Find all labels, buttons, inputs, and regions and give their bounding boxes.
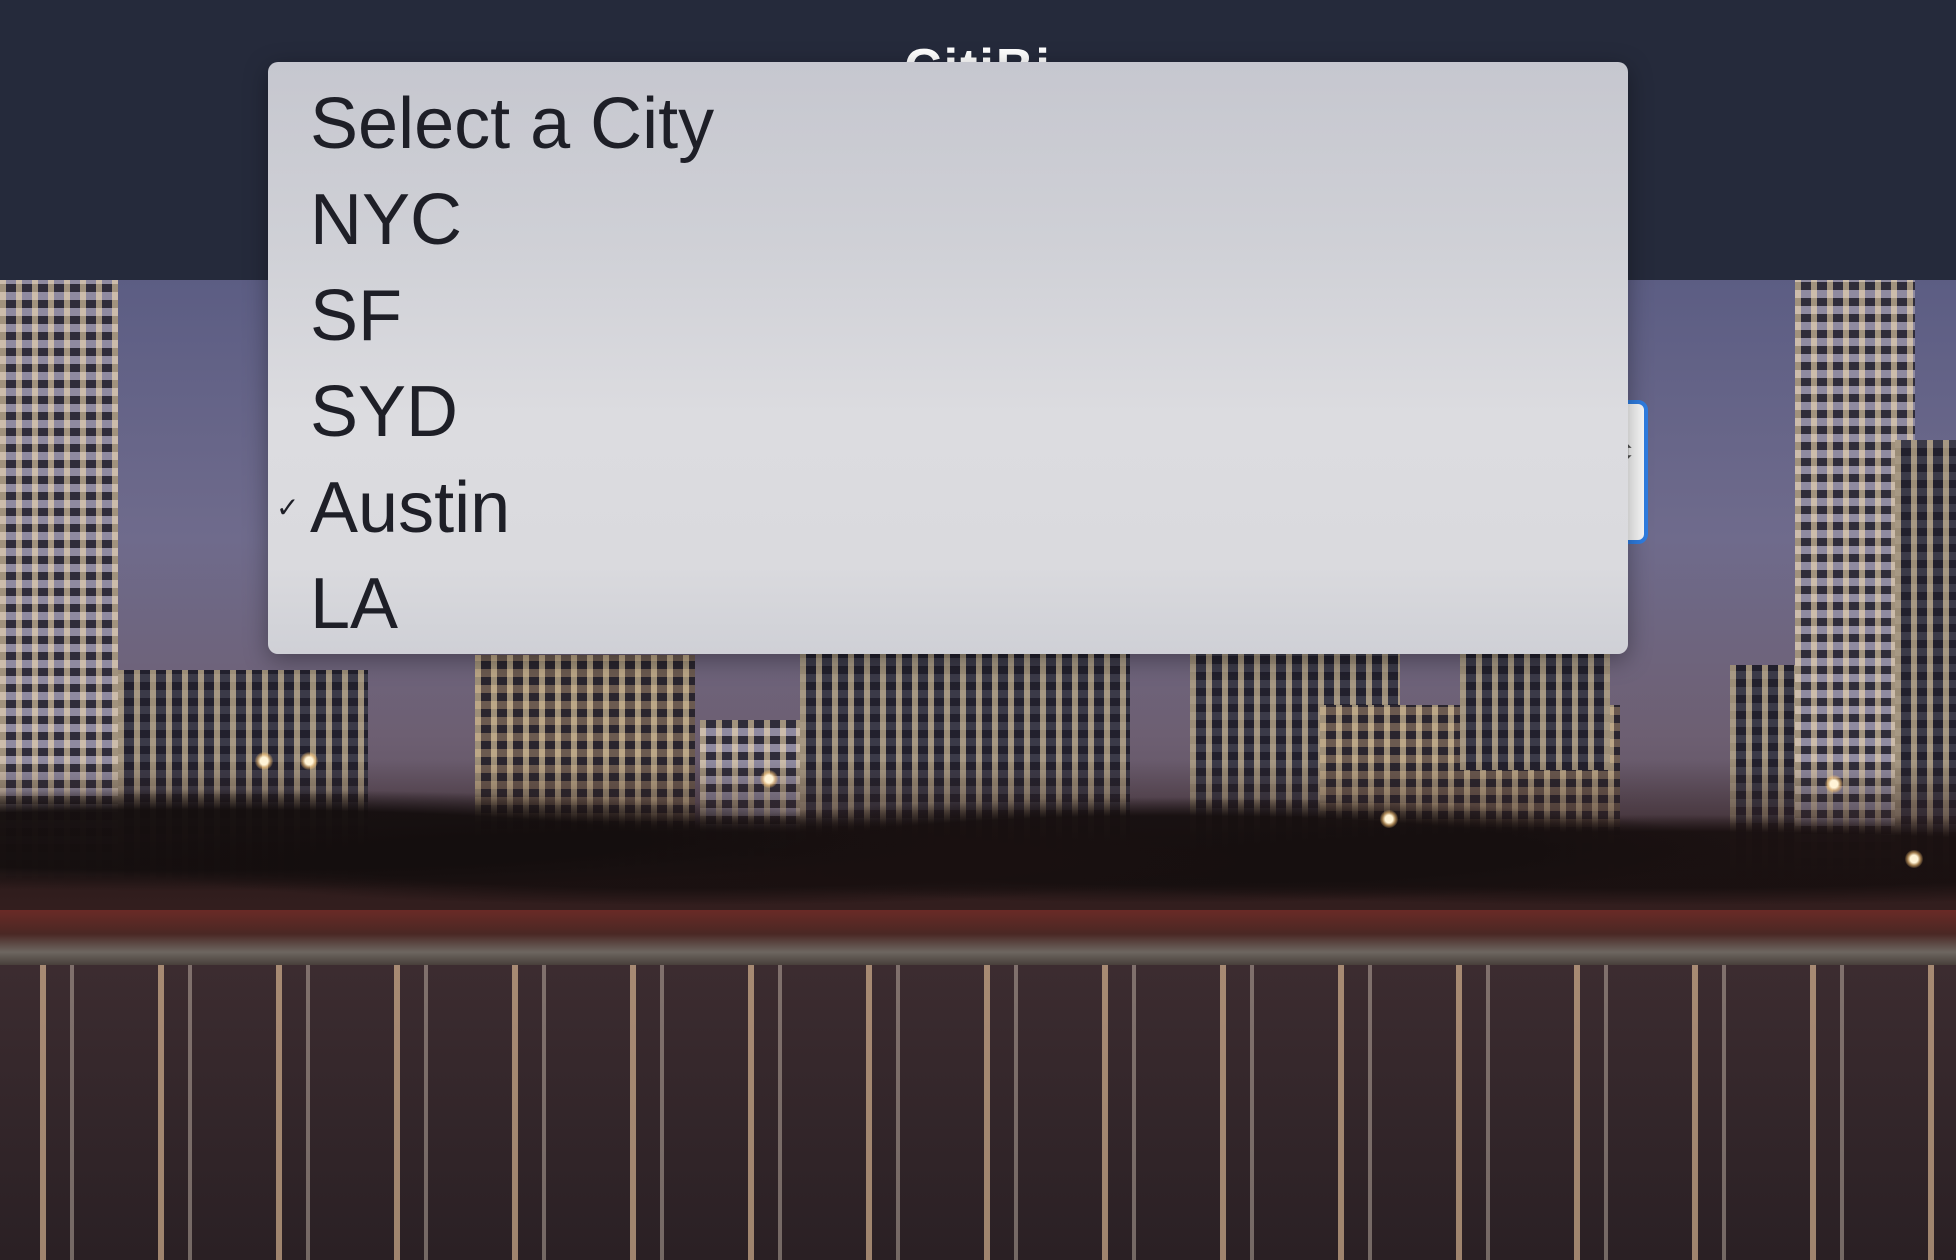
option-select-a-city[interactable]: Select a City bbox=[268, 76, 1628, 172]
option-label: Austin bbox=[310, 468, 511, 548]
option-syd[interactable]: SYD bbox=[268, 364, 1628, 460]
page: CitiBi ⬍ Select a City NYC SF SYD ✓ Aust… bbox=[0, 0, 1956, 1260]
option-label: SYD bbox=[310, 372, 459, 452]
shoreline bbox=[0, 910, 1956, 970]
option-label: NYC bbox=[310, 180, 463, 260]
building bbox=[1460, 650, 1610, 770]
street-light bbox=[1825, 775, 1843, 793]
dropdown-options: Select a City NYC SF SYD ✓ Austin LA bbox=[268, 76, 1628, 652]
option-label: SF bbox=[310, 276, 403, 356]
checkmark-icon: ✓ bbox=[276, 491, 300, 524]
option-sf[interactable]: SF bbox=[268, 268, 1628, 364]
option-label: Select a City bbox=[310, 84, 715, 164]
street-light bbox=[1380, 810, 1398, 828]
street-light bbox=[760, 770, 778, 788]
city-dropdown-menu[interactable]: Select a City NYC SF SYD ✓ Austin LA bbox=[268, 62, 1628, 654]
option-austin[interactable]: ✓ Austin bbox=[268, 460, 1628, 556]
option-nyc[interactable]: NYC bbox=[268, 172, 1628, 268]
street-light bbox=[300, 752, 318, 770]
street-light bbox=[255, 752, 273, 770]
street-light bbox=[1905, 850, 1923, 868]
river-reflection bbox=[0, 965, 1956, 1260]
option-la[interactable]: LA bbox=[268, 556, 1628, 652]
option-label: LA bbox=[310, 564, 399, 644]
